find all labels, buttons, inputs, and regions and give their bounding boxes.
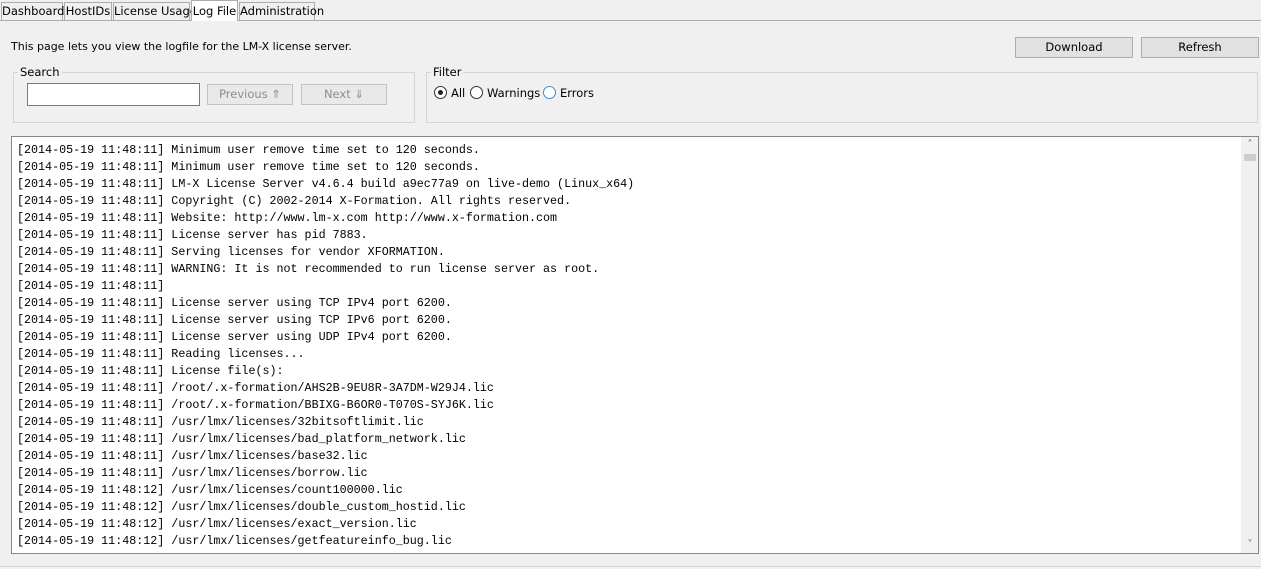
log-line: [2014-05-19 11:48:12] /usr/lmx/licenses/… bbox=[17, 534, 452, 548]
tab-hostids[interactable]: HostIDs bbox=[64, 2, 112, 20]
log-line: [2014-05-19 11:48:11] License server usi… bbox=[17, 330, 452, 344]
chevron-down-icon[interactable]: ˅ bbox=[1242, 537, 1258, 553]
radio-unselected-icon bbox=[543, 86, 556, 99]
log-line: [2014-05-19 11:48:11] Copyright (C) 2002… bbox=[17, 194, 572, 208]
log-line: [2014-05-19 11:48:12] /usr/lmx/licenses/… bbox=[17, 517, 417, 531]
download-button[interactable]: Download bbox=[1015, 37, 1133, 58]
log-line: [2014-05-19 11:48:11] Minimum user remov… bbox=[17, 160, 480, 174]
log-line: [2014-05-19 11:48:11] License server has… bbox=[17, 228, 368, 242]
tab-license-usage[interactable]: License Usage bbox=[113, 2, 197, 20]
log-line: [2014-05-19 11:48:11] Minimum user remov… bbox=[17, 143, 480, 157]
refresh-button[interactable]: Refresh bbox=[1141, 37, 1259, 58]
vertical-scrollbar[interactable]: ˄ ˅ bbox=[1241, 137, 1258, 553]
log-line: [2014-05-19 11:48:11] License server usi… bbox=[17, 313, 452, 327]
filter-legend: Filter bbox=[431, 65, 464, 79]
tab-administration[interactable]: Administration bbox=[239, 2, 324, 20]
log-line: [2014-05-19 11:48:11] WARNING: It is not… bbox=[17, 262, 600, 276]
log-line: [2014-05-19 11:48:11] Website: http://ww… bbox=[17, 211, 558, 225]
tab-dashboard[interactable]: Dashboard bbox=[1, 2, 64, 20]
radio-unselected-icon bbox=[470, 86, 483, 99]
log-lines: [2014-05-19 11:48:11] Minimum user remov… bbox=[17, 142, 1237, 550]
tab-log-file[interactable]: Log File bbox=[191, 0, 238, 21]
log-line: [2014-05-19 11:48:11] /usr/lmx/licenses/… bbox=[17, 432, 466, 446]
previous-button[interactable]: Previous ⇑ bbox=[207, 84, 293, 105]
filter-radio-label: Warnings bbox=[487, 86, 541, 100]
log-line: [2014-05-19 11:48:11] /usr/lmx/licenses/… bbox=[17, 449, 368, 463]
scrollbar-thumb[interactable] bbox=[1244, 154, 1256, 161]
next-button[interactable]: Next ⇓ bbox=[301, 84, 387, 105]
log-line: [2014-05-19 11:48:11] /usr/lmx/licenses/… bbox=[17, 466, 368, 480]
chevron-up-icon[interactable]: ˄ bbox=[1242, 137, 1258, 153]
filter-radio-label: All bbox=[451, 86, 466, 100]
log-line: [2014-05-19 11:48:12] /usr/lmx/licenses/… bbox=[17, 500, 466, 514]
search-legend: Search bbox=[18, 65, 62, 79]
log-viewer[interactable]: [2014-05-19 11:48:11] Minimum user remov… bbox=[11, 136, 1259, 554]
log-line: [2014-05-19 11:48:12] /usr/lmx/licenses/… bbox=[17, 483, 403, 497]
page-description: This page lets you view the logfile for … bbox=[11, 40, 352, 53]
filter-radio-label: Errors bbox=[560, 86, 595, 100]
bottom-divider bbox=[0, 566, 1261, 567]
log-line: [2014-05-19 11:48:11] /root/.x-formation… bbox=[17, 398, 494, 412]
log-line: [2014-05-19 11:48:11] bbox=[17, 279, 165, 293]
search-input[interactable] bbox=[27, 83, 200, 106]
log-line: [2014-05-19 11:48:11] /root/.x-formation… bbox=[17, 381, 494, 395]
tab-bar-divider bbox=[0, 20, 1261, 21]
log-line: [2014-05-19 11:48:11] License server usi… bbox=[17, 296, 452, 310]
log-line: [2014-05-19 11:48:11] LM-X License Serve… bbox=[17, 177, 635, 191]
log-line: [2014-05-19 11:48:11] Serving licenses f… bbox=[17, 245, 445, 259]
log-line: [2014-05-19 11:48:11] License file(s): bbox=[17, 364, 284, 378]
tab-bar: Dashboard HostIDs License Usage Log File… bbox=[0, 0, 1261, 22]
radio-selected-icon bbox=[434, 86, 447, 99]
log-line: [2014-05-19 11:48:11] /usr/lmx/licenses/… bbox=[17, 415, 424, 429]
log-line: [2014-05-19 11:48:11] Reading licenses..… bbox=[17, 347, 305, 361]
